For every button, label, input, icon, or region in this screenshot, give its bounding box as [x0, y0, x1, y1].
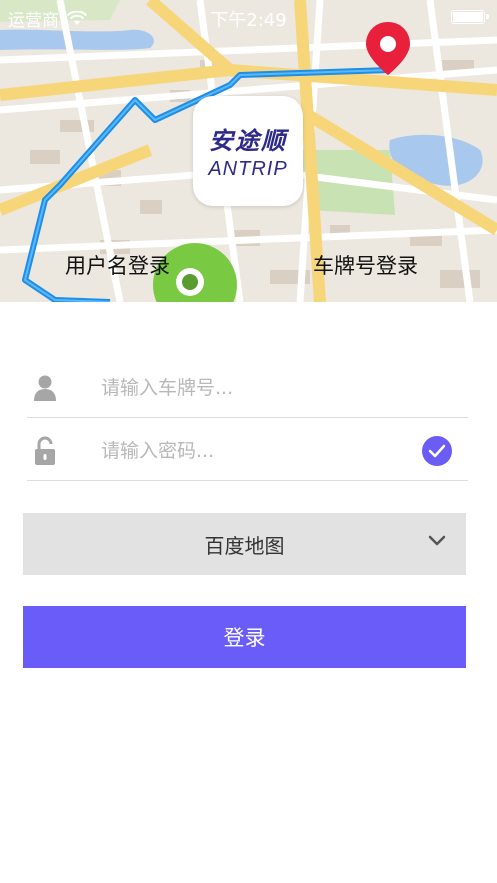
- login-button[interactable]: 登录: [23, 606, 466, 668]
- tab-username-login[interactable]: 用户名登录: [65, 250, 170, 280]
- header-map-banner: 运营商 下午2:49 安途顺 ANTRIP 用户名登录 车牌号登录: [0, 0, 497, 302]
- tab-plate-login[interactable]: 车牌号登录: [313, 250, 418, 280]
- password-field-row: [27, 421, 468, 481]
- remember-checkbox-icon[interactable]: [422, 436, 452, 466]
- password-input[interactable]: [101, 439, 401, 462]
- logo-cn-text: 安途顺: [209, 126, 287, 155]
- logo-en-text: ANTRIP: [208, 158, 288, 180]
- app-logo: 安途顺 ANTRIP: [193, 96, 303, 206]
- plate-field-row: [27, 358, 468, 418]
- lock-icon: [27, 436, 63, 466]
- map-provider-select[interactable]: 百度地图: [23, 513, 466, 575]
- plate-number-input[interactable]: [101, 376, 401, 399]
- battery-icon: [451, 10, 489, 24]
- status-bar: 运营商 下午2:49: [0, 0, 497, 34]
- map-provider-value: 百度地图: [204, 533, 285, 558]
- status-time: 下午2:49: [210, 10, 287, 31]
- user-icon: [27, 374, 63, 402]
- chevron-down-icon: [428, 535, 446, 546]
